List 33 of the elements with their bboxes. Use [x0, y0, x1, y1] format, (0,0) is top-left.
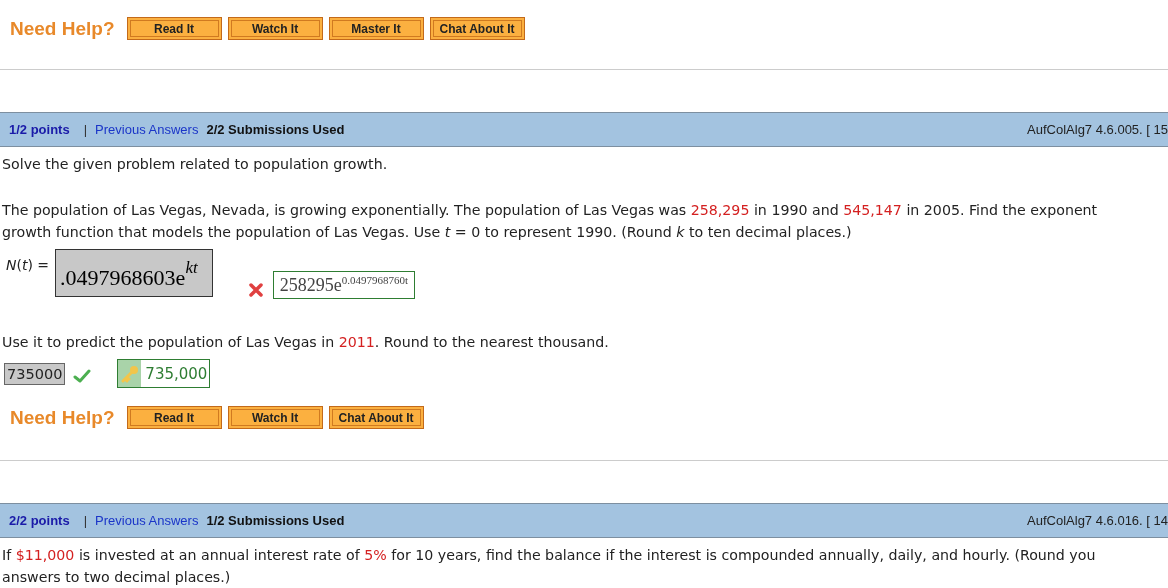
cross-icon — [248, 283, 263, 297]
question-code: AufColAlg7 4.6.016. [ 14 — [1027, 513, 1168, 528]
help-button[interactable]: Read It — [126, 406, 222, 429]
function-label: N(t) = — [6, 257, 50, 273]
need-help-label: Need Help? — [10, 407, 115, 429]
question-text: The population of Las Vegas, Nevada, is growing exponentially. The population of Las Vegas was 258,295 in 1990 and 545,147 in 2005. Find the exponent — [1, 201, 1099, 220]
submissions-label: 1/2 Submissions Used — [206, 513, 345, 528]
separator: | — [83, 513, 88, 528]
checkmark-icon — [73, 368, 92, 383]
question-text: answers to two decimal places.) — [1, 568, 232, 587]
previous-answers-link[interactable]: Previous Answers — [95, 513, 199, 528]
correct-answer-box: 258295e$^{0.0497968760t}$ — [272, 271, 415, 299]
question-text: Use it to predict the population of Las Vegas in 2011. Round to the nearest thousand. — [1, 333, 610, 352]
question-text: growth function that models the population of Las Vegas. Use t = 0 to represent 1990. (Round k to ten decimal places.) — [1, 223, 853, 242]
help-button[interactable]: Read It — [126, 17, 222, 40]
points-label: 2/2 points — [9, 513, 70, 528]
help-button[interactable]: Watch It — [227, 17, 323, 40]
need-help-label: Need Help? — [10, 18, 115, 40]
answer-field[interactable]: .0497968603e$^{kt}$ — [55, 249, 213, 297]
previous-answers-link[interactable]: Previous Answers — [95, 122, 199, 137]
help-button[interactable]: Watch It — [227, 406, 323, 429]
submissions-label: 2/2 Submissions Used — [206, 122, 345, 137]
question-code: AufColAlg7 4.6.005. [ 15 — [1027, 122, 1168, 137]
points-label: 1/2 points — [9, 122, 70, 137]
answer-field[interactable]: 735000 — [4, 362, 66, 385]
help-button[interactable]: Chat About It — [429, 17, 525, 40]
help-button[interactable]: Chat About It — [328, 406, 424, 429]
help-button[interactable]: Master It — [328, 17, 424, 40]
key-icon — [120, 364, 139, 383]
instruction-text: Solve the given problem related to population growth. — [1, 155, 389, 174]
separator: | — [83, 122, 88, 137]
question-text: If $11,000 is invested at an annual interest rate of 5% for 10 years, find the balance if the interest is compounded annually, daily, and hourly. (Round you — [1, 546, 1097, 565]
correct-answer-box: 735,000 — [117, 359, 211, 388]
